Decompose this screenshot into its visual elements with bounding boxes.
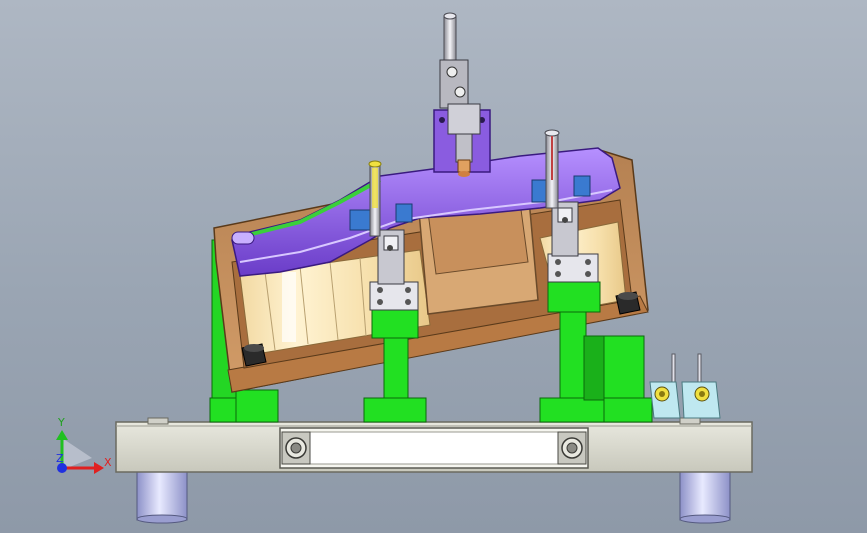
leveling-foot-right[interactable] bbox=[679, 469, 731, 524]
fixture-model[interactable]: Y X Z bbox=[0, 0, 867, 533]
bearing-left[interactable] bbox=[281, 431, 311, 465]
coordinate-triad: Y X Z bbox=[56, 416, 112, 474]
plate-pin-left bbox=[147, 417, 169, 425]
base-plate[interactable] bbox=[115, 421, 753, 473]
triad-z-label: Z bbox=[56, 452, 64, 465]
leveling-foot-left[interactable] bbox=[136, 469, 188, 524]
locating-pin-block-1[interactable] bbox=[649, 353, 681, 419]
locating-pin-block-2[interactable] bbox=[681, 353, 721, 419]
triad-x-label: X bbox=[104, 456, 112, 469]
plate-pin-right bbox=[679, 417, 701, 425]
triad-y-label: Y bbox=[57, 416, 65, 429]
hex-nut-left[interactable] bbox=[241, 343, 267, 367]
bearing-right[interactable] bbox=[557, 431, 587, 465]
hex-nut-right[interactable] bbox=[615, 291, 641, 315]
cad-viewport[interactable]: Y X Z bbox=[0, 0, 867, 533]
